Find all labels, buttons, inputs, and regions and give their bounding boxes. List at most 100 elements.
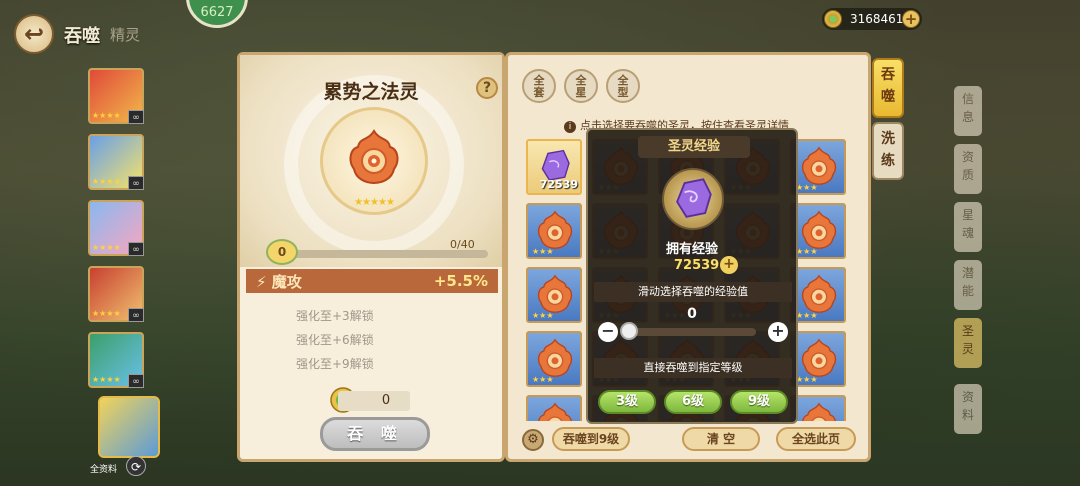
exp-stone-holder (662, 168, 724, 230)
exp-progress-text: 0/40 (450, 238, 475, 251)
pet-card[interactable]: ★★★★ ∞ (88, 68, 144, 124)
spirit-cell[interactable]: ★★★ (526, 395, 582, 421)
emblem-area: ★★★★★ 累势之法灵 ? 0 0/40 (240, 55, 502, 267)
spirit-cell[interactable]: ★★★ (526, 267, 582, 323)
fire-emblem-icon (801, 146, 837, 185)
exp-stone-cell[interactable]: 72539 (526, 139, 582, 195)
star-icon: ★★★ (796, 375, 818, 384)
star-icon: ★★★ (532, 247, 554, 256)
star-icon: ★★★★ (92, 309, 121, 318)
spirit-cell[interactable]: ★★★ (526, 331, 582, 387)
pet-card[interactable]: ★★★★ ∞ (88, 266, 144, 322)
exp-slider-knob[interactable] (620, 322, 638, 340)
fire-emblem-icon (801, 338, 837, 377)
fire-emblem-icon (537, 274, 573, 313)
slider-hint: 滑动选择吞噬的经验值 (594, 282, 792, 302)
spirit-cell[interactable]: ★★★ (790, 139, 846, 195)
add-currency-button[interactable]: + (902, 10, 920, 28)
fire-emblem-icon (802, 402, 836, 421)
currency-amount: 3168461 (850, 12, 904, 26)
lock-icon: ∞ (128, 308, 144, 322)
owned-exp-label: 拥有经验 (665, 242, 718, 257)
filter-all-type-button[interactable]: 全型 (606, 69, 640, 103)
star-icon: ★★★★ (92, 111, 121, 120)
star-icon: ★★★ (796, 311, 818, 320)
tab-data[interactable]: 资料 (954, 384, 982, 434)
devour-button[interactable]: 吞 噬 (320, 417, 430, 451)
spirit-cell[interactable]: ★★★ (790, 203, 846, 259)
tab-wash[interactable]: 洗练 (872, 122, 904, 180)
pet-list: ★★★★ ∞ ★★★★ ∞ ★★★★ ∞ ★★★★ ∞ ★★★★ ∞ (88, 68, 146, 398)
popup-title: 圣灵经验 (638, 136, 750, 158)
pet-card[interactable]: ★★★★ ∞ (88, 332, 144, 388)
tab-holy-spirit[interactable]: 圣灵 (954, 318, 982, 368)
info-icon: i (564, 121, 576, 133)
level-3-button[interactable]: 3级 (598, 390, 656, 414)
exp-progress-bar (292, 250, 488, 258)
direct-level-hint: 直接吞噬到指定等级 (594, 358, 792, 378)
spirit-cell[interactable]: ★★★ (526, 203, 582, 259)
add-exp-button[interactable]: + (720, 256, 738, 274)
stat-name: 魔攻 (271, 272, 302, 291)
clear-button[interactable]: 清 空 (682, 427, 760, 451)
tab-info[interactable]: 信息 (954, 86, 982, 136)
filter-all-star-button[interactable]: 全星 (564, 69, 598, 103)
tab-aptitude[interactable]: 资质 (954, 144, 982, 194)
level-9-button[interactable]: 9级 (730, 390, 788, 414)
level-6-button[interactable]: 6级 (664, 390, 722, 414)
spirit-cell[interactable]: ★★★ (790, 395, 846, 421)
exp-stone-count: 72539 (539, 178, 578, 191)
increase-button[interactable]: + (768, 322, 788, 342)
select-page-button[interactable]: 全选此页 (776, 427, 856, 451)
filter-all-set-button[interactable]: 全套 (522, 69, 556, 103)
stat-row: ⚡ 魔攻 +5.5% (246, 269, 498, 293)
help-icon[interactable]: ? (476, 77, 498, 99)
spirit-name: 累势之法灵 (323, 81, 419, 103)
pet-card[interactable]: ★★★★ ∞ (88, 134, 144, 190)
lock-icon: ∞ (128, 374, 144, 388)
star-icon: ★★★★★ (354, 197, 395, 208)
settings-gear-icon[interactable]: ⚙ (522, 429, 544, 451)
lock-icon: ∞ (128, 110, 144, 124)
lock-icon: ∞ (128, 176, 144, 190)
star-icon: ★★★★ (92, 177, 121, 186)
star-icon: ★★★ (796, 183, 818, 192)
owned-exp-value: 72539 (674, 258, 720, 273)
fire-emblem-icon (538, 402, 572, 421)
page-title: 吞噬 (64, 26, 100, 47)
unlock-hint: 强化至+6解锁 (296, 333, 374, 347)
star-icon: ★★★ (796, 247, 818, 256)
devour-to-9-button[interactable]: 吞噬到9级 (552, 427, 630, 451)
tab-devour[interactable]: 吞噬 (872, 58, 904, 118)
lock-icon: ∞ (128, 242, 144, 256)
fire-emblem-icon (537, 210, 573, 249)
spirit-detail-panel: ★★★★★ 累势之法灵 ? 0 0/40 ⚡ 魔攻 +5.5% 强化至+3解锁 … (237, 52, 505, 462)
refresh-icon[interactable]: ⟳ (126, 456, 146, 476)
fire-emblem-icon (801, 274, 837, 313)
back-button[interactable]: ↩ (14, 14, 54, 54)
tab-potential[interactable]: 潜能 (954, 260, 982, 310)
tab-star-soul[interactable]: 星魂 (954, 202, 982, 252)
fire-emblem-icon (801, 210, 837, 249)
fire-emblem-icon (537, 338, 573, 377)
back-arrow-icon: ↩ (23, 20, 45, 48)
star-icon: ★★★ (532, 375, 554, 384)
stat-label: ⚡ 魔攻 (256, 272, 302, 291)
grid-bottom-bar: ⚙ 吞噬到9级 清 空 全选此页 (508, 421, 868, 461)
current-pet-label: 全资料 (90, 465, 118, 475)
stat-value: +5.5% (433, 272, 488, 290)
devour-cost: 0 (338, 391, 410, 411)
pet-card[interactable]: ★★★★ ∞ (88, 200, 144, 256)
current-pet-card[interactable] (98, 396, 160, 458)
unlock-hint: 强化至+3解锁 (296, 309, 374, 323)
fire-emblem-icon (349, 129, 399, 185)
purple-exp-stone-icon (676, 178, 712, 218)
exp-slider-track[interactable] (624, 328, 756, 336)
spirit-level-badge: 0 (266, 239, 298, 265)
spirit-cell[interactable]: ★★★ (790, 267, 846, 323)
star-icon: ★★★ (532, 311, 554, 320)
page-subtitle: 精灵 (110, 26, 141, 44)
decrease-button[interactable]: − (598, 322, 618, 342)
spirit-cell[interactable]: ★★★ (790, 331, 846, 387)
unlock-hint: 强化至+9解锁 (296, 357, 374, 371)
